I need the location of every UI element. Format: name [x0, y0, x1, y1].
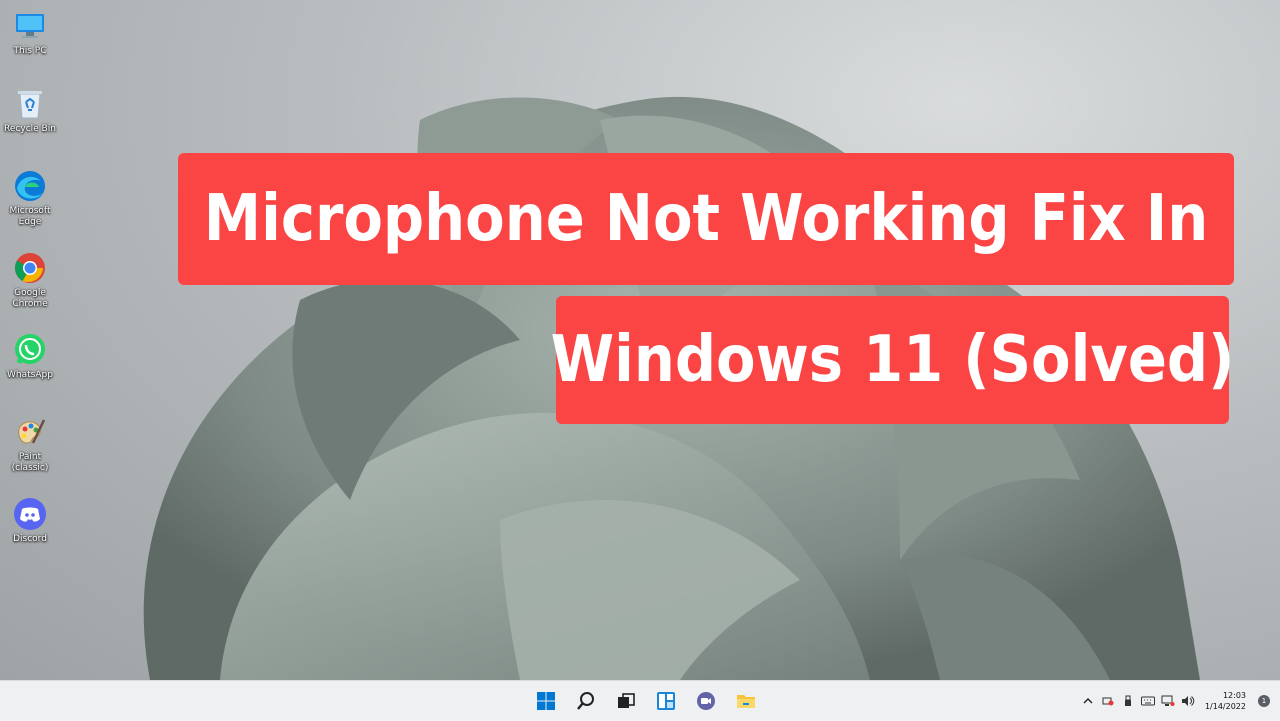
clock-time: 12:03	[1222, 691, 1246, 700]
task-view-button[interactable]	[610, 685, 642, 717]
desktop-icon-this-pc[interactable]: This PC	[0, 8, 60, 57]
clock[interactable]: 12:03 1/14/2022	[1205, 690, 1246, 712]
widgets-button[interactable]	[650, 685, 682, 717]
discord-icon	[12, 496, 48, 532]
desktop-icon-recycle-bin[interactable]: Recycle Bin	[0, 86, 60, 135]
chrome-icon	[12, 250, 48, 286]
desktop-icon-label: This PC	[13, 46, 47, 56]
monitor-icon	[12, 8, 48, 44]
taskbar-apps	[530, 681, 762, 721]
taskbar: 12:03 1/14/2022 1	[0, 680, 1280, 721]
widgets-icon	[657, 692, 675, 710]
desktop-icon-label: WhatsApp	[7, 370, 53, 380]
notification-badge[interactable]: 1	[1258, 695, 1270, 707]
file-explorer-icon	[737, 695, 755, 708]
title-banner-line2: Windows 11 (Solved)	[551, 296, 1234, 424]
clock-date: 1/14/2022	[1204, 702, 1246, 711]
show-hidden-icons-chevron-up-icon[interactable]	[1081, 694, 1095, 708]
desktop: This PC Recycle Bin Microsoft Edge Googl…	[0, 0, 1280, 680]
task-view-icon	[618, 693, 635, 708]
desktop-icon-label: Paint (classic)	[11, 452, 49, 473]
network-icon[interactable]	[1161, 694, 1175, 708]
file-explorer-button[interactable]	[730, 685, 762, 717]
volume-icon[interactable]	[1181, 694, 1195, 708]
edge-icon	[12, 168, 48, 204]
desktop-icon-google-chrome[interactable]: Google Chrome	[0, 250, 60, 310]
recycle-bin-icon	[12, 86, 48, 122]
windows-start-icon	[537, 692, 555, 710]
desktop-icon-whatsapp[interactable]: WhatsApp	[0, 332, 60, 381]
title-line2: Windows 11 (Solved)	[550, 323, 1235, 397]
system-tray: 12:03 1/14/2022 1	[1081, 681, 1270, 721]
whatsapp-icon	[12, 332, 48, 368]
title-banner-line1: Microphone Not Working Fix In	[178, 153, 1234, 285]
desktop-icon-label: Google Chrome	[12, 288, 48, 309]
desktop-icon-label: Recycle Bin	[4, 124, 56, 134]
desktop-icon-paint-classic[interactable]: Paint (classic)	[0, 414, 60, 474]
desktop-icon-discord[interactable]: Discord	[0, 496, 60, 545]
search-button[interactable]	[570, 685, 602, 717]
security-alert-icon[interactable]	[1101, 694, 1115, 708]
teams-chat-button[interactable]	[690, 685, 722, 717]
desktop-icon-microsoft-edge[interactable]: Microsoft Edge	[0, 168, 60, 228]
usb-device-icon[interactable]	[1121, 694, 1135, 708]
paint-palette-icon	[12, 414, 48, 450]
start-button[interactable]	[530, 685, 562, 717]
desktop-icon-label: Microsoft Edge	[9, 206, 51, 227]
teams-chat-icon	[697, 692, 715, 710]
search-icon	[577, 692, 594, 710]
keyboard-icon[interactable]	[1140, 694, 1155, 708]
title-line1: Microphone Not Working Fix In	[203, 182, 1209, 256]
desktop-icon-label: Discord	[13, 534, 47, 544]
